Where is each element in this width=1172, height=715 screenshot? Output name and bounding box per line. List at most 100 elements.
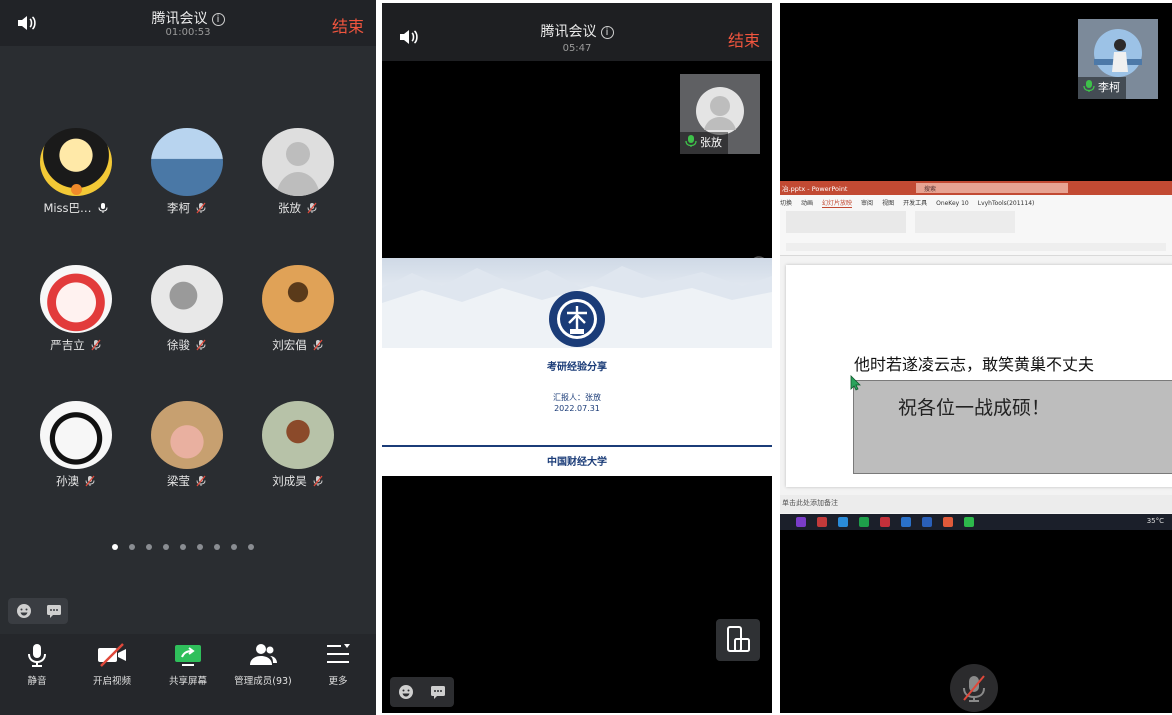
member-tile[interactable]: 徐骏: [137, 265, 237, 353]
ppt-tab[interactable]: OneKey 10: [936, 200, 969, 207]
emoji-icon[interactable]: [16, 603, 32, 619]
weather-temperature: 35°C: [1146, 517, 1164, 525]
chat-reaction-bar: [390, 677, 454, 707]
page-dot[interactable]: [197, 544, 203, 550]
switch-view-button[interactable]: [716, 619, 760, 661]
taskbar-app-icon[interactable]: [859, 517, 869, 527]
mouse-cursor-icon: [850, 375, 861, 391]
mic-off-icon: [963, 675, 985, 702]
slide-line-2: 祝各位一战成硕！: [898, 397, 1051, 419]
share-screen-icon: [175, 645, 201, 666]
speaker-label: 张放: [680, 132, 728, 154]
ppt-status-bar: 单击此处添加备注: [780, 495, 1172, 513]
member-tile[interactable]: 孙澳: [26, 401, 126, 489]
page-indicator[interactable]: [112, 535, 265, 554]
mic-muted-icon: [313, 339, 323, 351]
info-icon[interactable]: i: [600, 26, 614, 39]
members-icon: [250, 644, 277, 665]
more-icon: [327, 644, 350, 663]
ppt-window-title: 冶.pptx - PowerPoint: [782, 185, 848, 193]
member-name: 刘成昊: [272, 474, 307, 488]
page-dot[interactable]: [112, 544, 118, 550]
taskbar-app-icon[interactable]: [817, 517, 827, 527]
meeting-title[interactable]: 腾讯会议 i: [0, 8, 376, 28]
ppt-ribbon-group: [786, 211, 906, 233]
member-tile[interactable]: 刘成昊: [248, 401, 348, 489]
info-icon[interactable]: i: [211, 13, 225, 26]
avatar: [151, 128, 223, 196]
emoji-icon[interactable]: [398, 684, 414, 700]
mute-button[interactable]: [950, 664, 998, 712]
mic-muted-icon: [91, 339, 101, 351]
ppt-tab[interactable]: 开发工具: [903, 200, 927, 207]
meeting-header-2: 腾讯会议 i 05:47 结束: [382, 3, 772, 61]
avatar: [151, 265, 223, 333]
mic-muted-icon: [307, 202, 317, 214]
meeting-title[interactable]: 腾讯会议 i: [382, 21, 772, 41]
taskbar-app-icon[interactable]: [901, 517, 911, 527]
chat-icon[interactable]: [46, 603, 62, 619]
ppt-format-bar: [786, 243, 1166, 251]
speaker-video-thumbnail[interactable]: 张放: [680, 74, 760, 154]
slide-reporter: 汇报人：张放: [553, 393, 601, 402]
meeting-duration: 01:00:53: [165, 27, 211, 38]
taskbar-app-icon[interactable]: [922, 517, 932, 527]
page-dot[interactable]: [214, 544, 220, 550]
slide-title: 考研经验分享: [547, 362, 607, 373]
phone-rotate-icon: [727, 626, 750, 652]
page-dot[interactable]: [231, 544, 237, 550]
ppt-tab[interactable]: 视图: [882, 200, 894, 207]
member-tile[interactable]: 张放: [248, 128, 348, 216]
more-button[interactable]: 更多: [302, 642, 374, 687]
member-tile[interactable]: 李柯: [137, 128, 237, 216]
member-tile[interactable]: 梁莹: [137, 401, 237, 489]
mic-on-icon: [1083, 80, 1095, 92]
page-dot[interactable]: [146, 544, 152, 550]
ppt-tab[interactable]: 审阅: [861, 200, 873, 207]
speaker-video-thumbnail[interactable]: 李柯: [1078, 19, 1158, 99]
ppt-search-input[interactable]: 搜索: [924, 184, 936, 193]
taskbar-app-icon[interactable]: [838, 517, 848, 527]
chat-icon[interactable]: [430, 684, 446, 700]
ppt-ribbon-group: [915, 211, 1015, 233]
member-tile[interactable]: 刘宏倡: [248, 265, 348, 353]
member-tile[interactable]: 严吉立: [26, 265, 126, 353]
share-screen-button[interactable]: 共享屏幕: [152, 642, 224, 687]
page-dot[interactable]: [180, 544, 186, 550]
member-name: 梁莹: [167, 474, 190, 488]
shared-slide: 考研经验分享 汇报人：张放 2022.07.31 中国财经大学: [382, 258, 772, 476]
manage-members-button[interactable]: 管理成员(93): [227, 642, 299, 687]
ppt-tab[interactable]: 动画: [801, 200, 813, 207]
ppt-tab[interactable]: 切换: [780, 200, 792, 207]
ppt-ribbon: 切换 动画 幻灯片放映 审阅 视图 开发工具 OneKey 10 LvyhTools(2011…: [780, 195, 1172, 256]
ppt-tab[interactable]: 幻灯片放映: [822, 200, 853, 208]
avatar: [40, 128, 112, 196]
page-dot[interactable]: [129, 544, 135, 550]
member-tile[interactable]: Miss巴…: [26, 128, 126, 216]
ppt-tab[interactable]: LvyhTools(201114): [978, 200, 1035, 207]
member-name: 李柯: [167, 201, 190, 215]
meeting-gallery-panel: 腾讯会议 i 01:00:53 结束 Miss巴… 李柯 张放严吉立 徐骏 刘宏倡孙澳 梁莹…: [0, 0, 376, 715]
start-video-button[interactable]: 开启视频: [76, 642, 148, 687]
taskbar-app-icon[interactable]: [880, 517, 890, 527]
avatar: [262, 265, 334, 333]
end-meeting-button[interactable]: 结束: [728, 27, 760, 51]
mic-muted-icon: [196, 339, 206, 351]
page-dot[interactable]: [248, 544, 254, 550]
avatar: [262, 401, 334, 469]
page-dot[interactable]: [163, 544, 169, 550]
notes-hint[interactable]: 单击此处添加备注: [782, 498, 838, 508]
ppt-search-box[interactable]: 搜索: [916, 183, 1068, 193]
ppt-ribbon-tabs: 切换 动画 幻灯片放映 审阅 视图 开发工具 OneKey 10 LvyhTools(2011…: [780, 198, 1043, 208]
taskbar-app-icon[interactable]: [943, 517, 953, 527]
mic-muted-icon: [196, 475, 206, 487]
mute-button[interactable]: 静音: [1, 642, 73, 687]
screen-share-panel: 腾讯会议 i 05:47 结束 张放 考研经验分享 汇报人：张放 2022.07.…: [382, 3, 772, 713]
avatar: [262, 128, 334, 196]
taskbar-app-icon[interactable]: [964, 517, 974, 527]
end-meeting-button[interactable]: 结束: [332, 13, 364, 37]
mic-muted-icon: [313, 475, 323, 487]
mic-icon: [98, 203, 108, 213]
member-name: Miss巴…: [43, 201, 92, 215]
taskbar-app-icon[interactable]: [796, 517, 806, 527]
